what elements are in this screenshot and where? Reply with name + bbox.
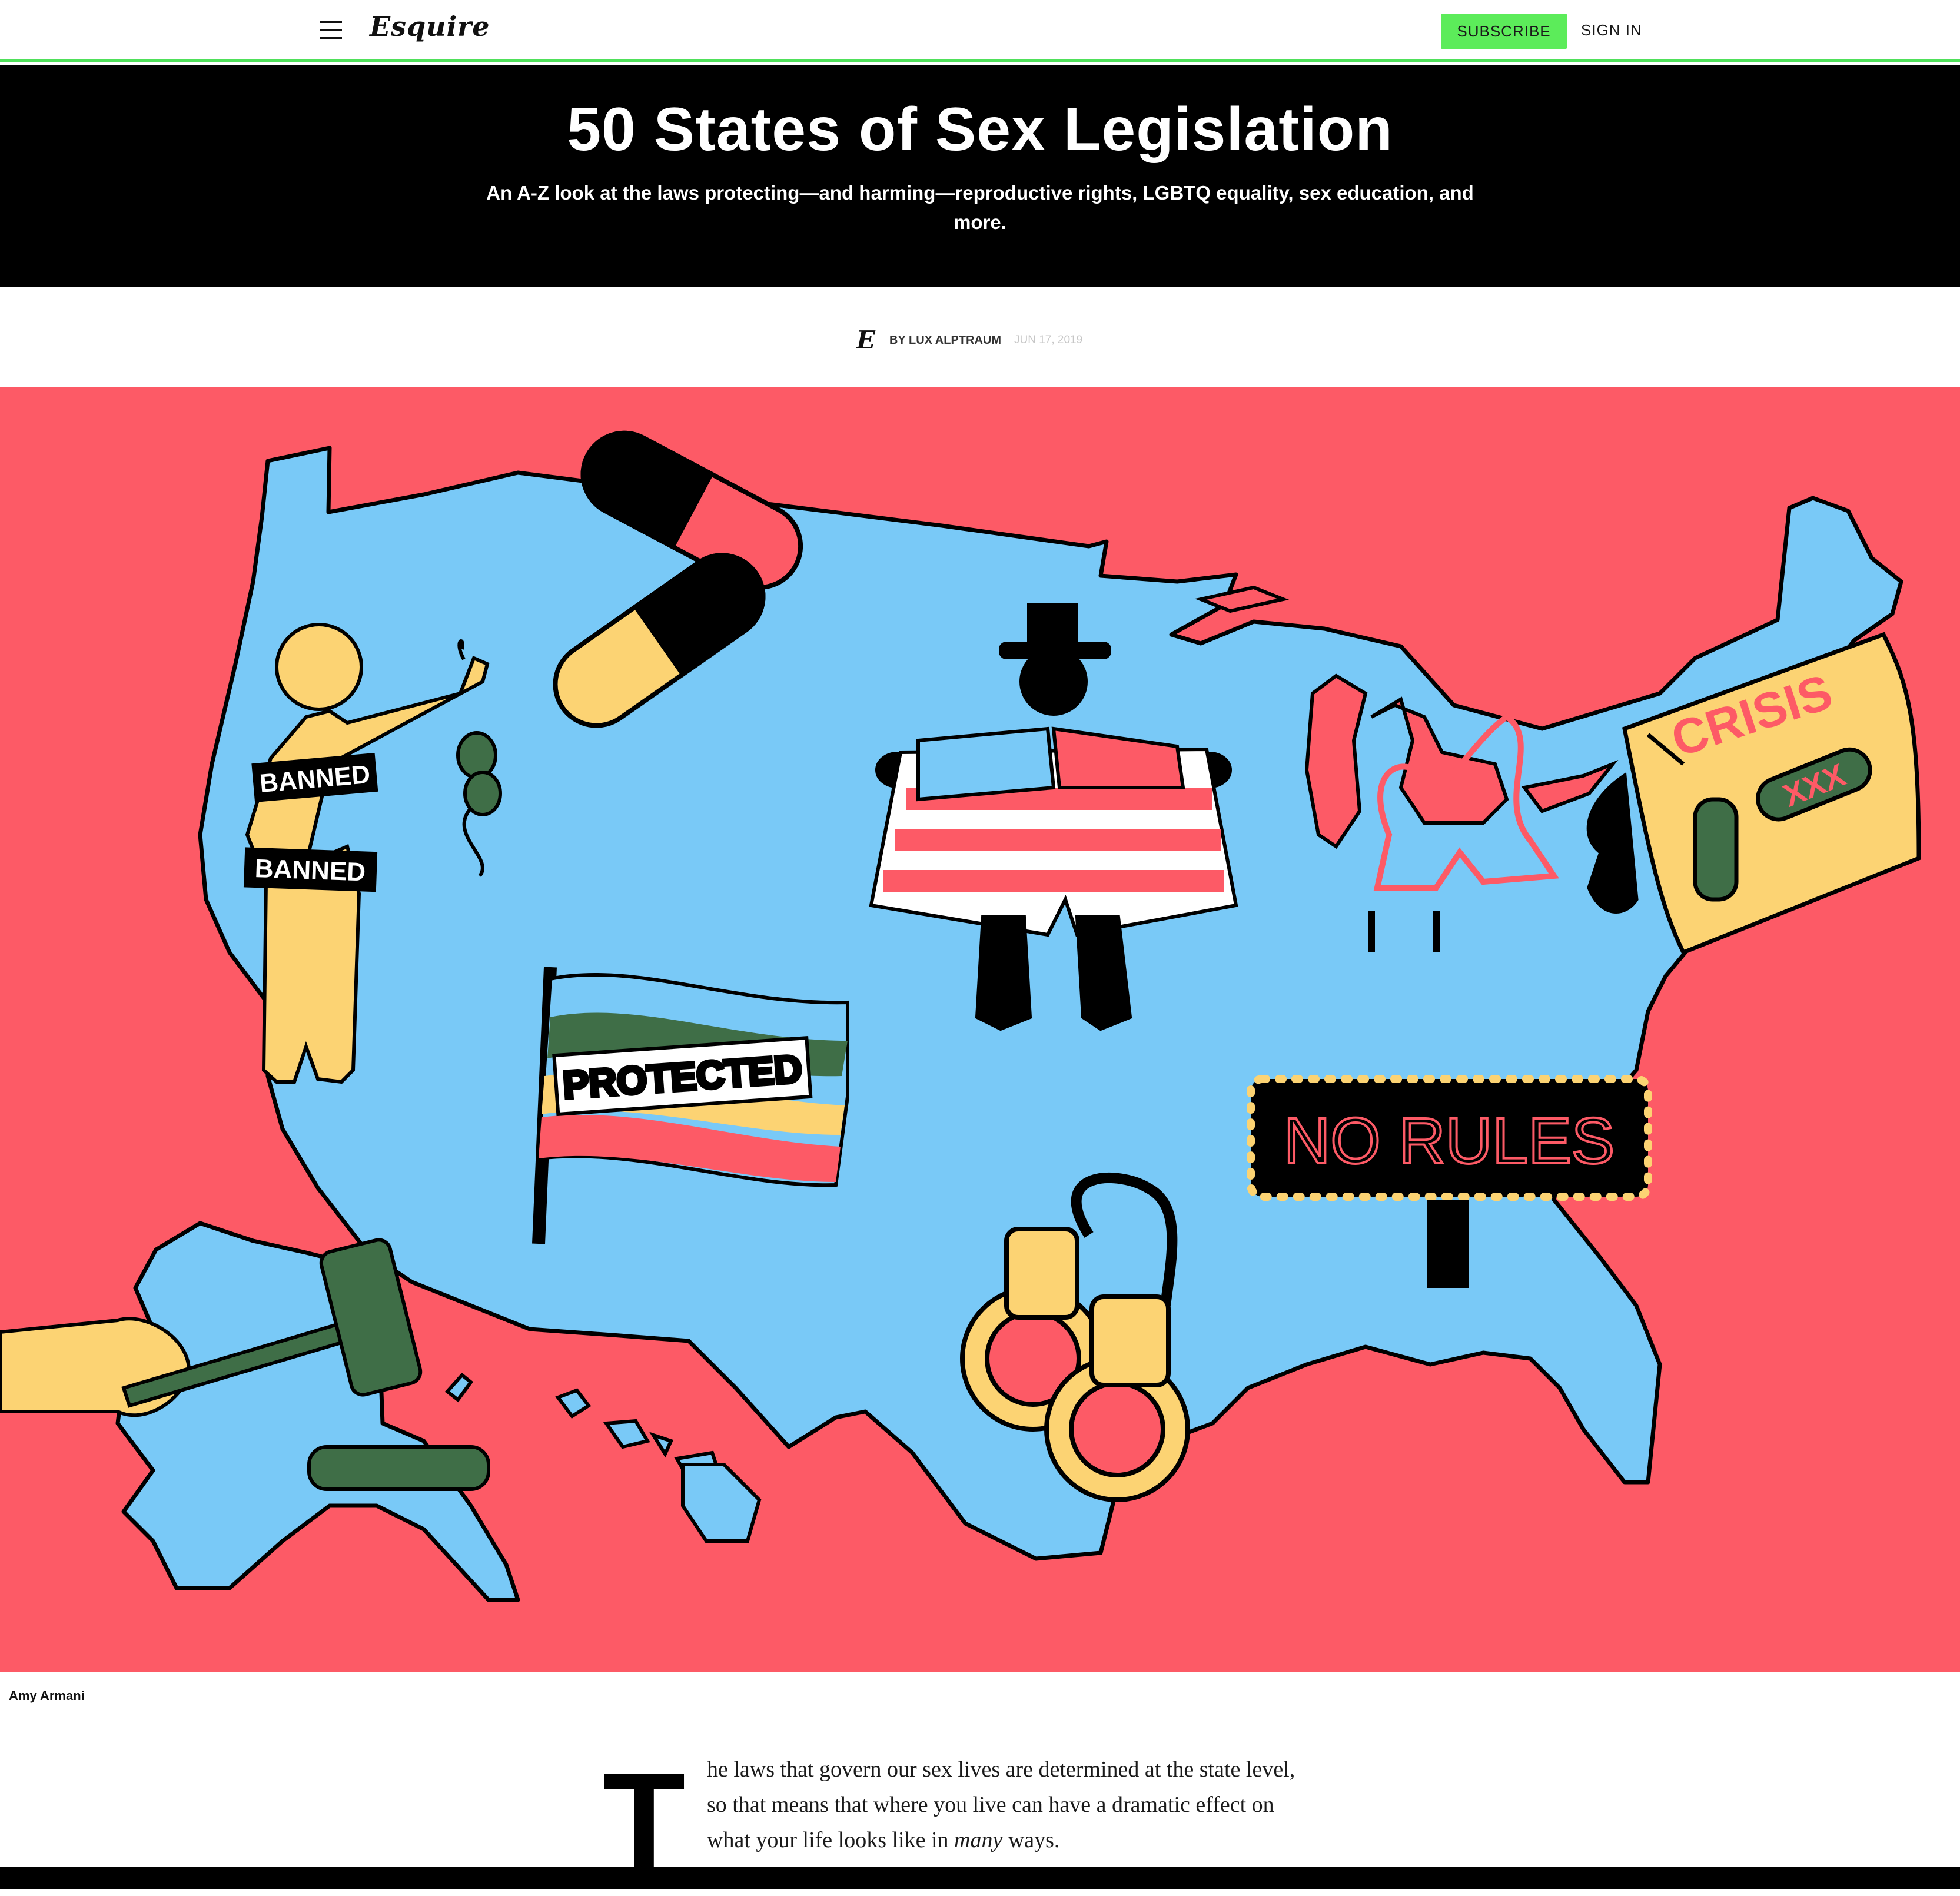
top-nav: Esquire SUBSCRIBE SIGN IN [0,0,1960,62]
byline: E BY LUX ALPTRAUM JUN 17, 2019 [856,326,1083,354]
us-map-illustration: BANNED BANNED PROTECTED XXX CRISIS NO RU… [0,430,1921,1602]
no-rules-text: NO RULES [1284,1105,1614,1177]
sign-in-link[interactable]: SIGN IN [1581,21,1642,39]
page-title: 50 States of Sex Legislation [567,95,1393,164]
menu-icon[interactable] [320,19,342,41]
publish-date: JUN 17, 2019 [1014,334,1083,346]
intro-line-3-end: ways. [1002,1828,1060,1852]
intro-line-1: he laws that govern our sex lives are de… [707,1757,1295,1782]
author-link[interactable]: BY LUX ALPTRAUM [889,334,1001,347]
intro-emphasis: many [954,1828,1003,1852]
hero-illustration: BANNED BANNED PROTECTED XXX CRISIS NO RU… [0,387,1960,1672]
intro-line-3-start: what your life looks like in [707,1828,955,1852]
page-dek: An A-Z look at the laws protecting—and h… [486,182,1474,233]
banned-label-bottom: BANNED [243,847,378,892]
esquire-e-icon: E [856,326,876,354]
banned-text-bottom: BANNED [254,854,366,887]
article-intro: he laws that govern our sex lives are de… [707,1752,1401,1858]
intro-line-3: what your life looks like in many ways. [707,1822,1401,1858]
hawaii-shapes [444,1372,762,1543]
image-credit: Amy Armani [9,1688,85,1703]
subscribe-button[interactable]: SUBSCRIBE [1441,14,1567,49]
footer-bar [0,1867,1960,1889]
hero-header: 50 States of Sex Legislation An A-Z look… [0,65,1960,287]
esquire-logo[interactable]: Esquire [370,11,490,42]
intro-line-2: so that means that where you live can ha… [707,1792,1274,1817]
